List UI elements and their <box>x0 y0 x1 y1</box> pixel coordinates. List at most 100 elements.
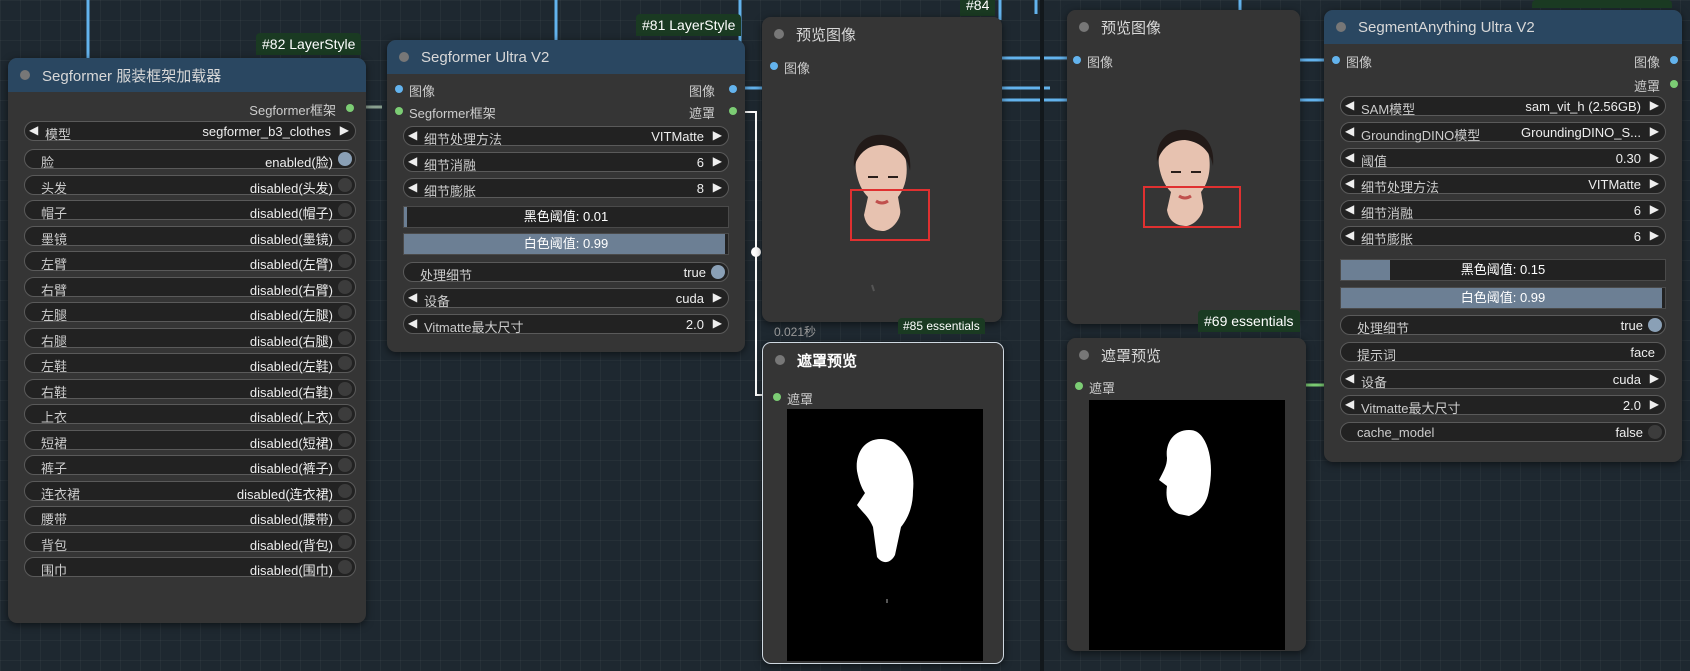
detail-dilate-number[interactable]: ◀ 细节膨胀 8 ▶ <box>403 178 729 199</box>
arrow-left-icon[interactable]: ◀ <box>1345 371 1354 385</box>
arrow-left-icon[interactable]: ◀ <box>408 316 417 330</box>
black-threshold-slider[interactable]: 黑色阈值: 0.01 <box>403 206 729 228</box>
category-toggle[interactable]: 右臂 disabled(右臂) <box>24 276 356 298</box>
prompt-text-field[interactable]: 提示词 face <box>1340 342 1666 363</box>
detail-dilate-number[interactable]: ◀ 细节膨胀 6 ▶ <box>1340 226 1666 247</box>
arrow-right-icon[interactable]: ▶ <box>713 290 722 304</box>
segformer-loader-node[interactable]: Segformer 服装框架加载器 Segformer框架 ◀ 模型 segfo… <box>8 58 366 623</box>
arrow-right-icon[interactable]: ▶ <box>340 123 349 137</box>
output-socket[interactable] <box>729 107 737 115</box>
category-toggle[interactable]: 背包 disabled(背包) <box>24 531 356 553</box>
black-threshold-slider[interactable]: 黑色阈值: 0.15 <box>1340 259 1666 281</box>
input-socket[interactable] <box>395 107 403 115</box>
device-combo[interactable]: ◀ 设备 cuda ▶ <box>1340 369 1666 390</box>
arrow-left-icon[interactable]: ◀ <box>1345 202 1354 216</box>
arrow-right-icon[interactable]: ▶ <box>1650 202 1659 216</box>
collapse-dot-icon[interactable] <box>20 70 30 80</box>
category-toggle[interactable]: 裤子 disabled(裤子) <box>24 455 356 476</box>
node-title-bar[interactable]: 预览图像 <box>1067 10 1300 44</box>
category-toggle[interactable]: 右腿 disabled(右腿) <box>24 327 356 349</box>
collapse-dot-icon[interactable] <box>1336 22 1346 32</box>
category-toggle[interactable]: 帽子 disabled(帽子) <box>24 200 356 221</box>
vitmatte-size-number[interactable]: ◀ Vitmatte最大尺寸 2.0 ▶ <box>403 314 729 335</box>
arrow-left-icon[interactable]: ◀ <box>1345 150 1354 164</box>
input-socket[interactable] <box>1073 56 1081 64</box>
arrow-right-icon[interactable]: ▶ <box>1650 228 1659 242</box>
arrow-right-icon[interactable]: ▶ <box>1650 371 1659 385</box>
detail-method-combo[interactable]: ◀ 细节处理方法 VITMatte ▶ <box>1340 174 1666 195</box>
category-toggle[interactable]: 左鞋 disabled(左鞋) <box>24 353 356 374</box>
arrow-right-icon[interactable]: ▶ <box>1650 150 1659 164</box>
segment-anything-node[interactable]: SegmentAnything Ultra V2 图像 图像 遮罩 ◀ SAM模… <box>1324 0 1682 462</box>
input-socket[interactable] <box>770 62 778 70</box>
arrow-left-icon[interactable]: ◀ <box>408 154 417 168</box>
arrow-left-icon[interactable]: ◀ <box>1345 397 1354 411</box>
arrow-left-icon[interactable]: ◀ <box>408 128 417 142</box>
arrow-right-icon[interactable]: ▶ <box>1650 124 1659 138</box>
arrow-left-icon[interactable]: ◀ <box>1345 98 1354 112</box>
arrow-left-icon[interactable]: ◀ <box>408 290 417 304</box>
category-toggle[interactable]: 围巾 disabled(围巾) <box>24 557 356 578</box>
collapse-dot-icon[interactable] <box>775 355 785 365</box>
preview-image-node[interactable]: 预览图像 图像 <box>1067 10 1300 324</box>
output-socket[interactable] <box>346 104 354 112</box>
output-socket[interactable] <box>1670 56 1678 64</box>
threshold-number[interactable]: ◀ 阈值 0.30 ▶ <box>1340 148 1666 169</box>
input-socket[interactable] <box>1075 382 1083 390</box>
groundingdino-model-combo[interactable]: ◀ GroundingDINO模型 GroundingDINO_S... ▶ <box>1340 122 1666 143</box>
detail-method-combo[interactable]: ◀ 细节处理方法 VITMatte ▶ <box>403 126 729 147</box>
arrow-right-icon[interactable]: ▶ <box>1650 176 1659 190</box>
detail-erode-number[interactable]: ◀ 细节消融 6 ▶ <box>403 152 729 173</box>
arrow-left-icon[interactable]: ◀ <box>1345 228 1354 242</box>
category-toggle[interactable]: 头发 disabled(头发) <box>24 174 356 196</box>
input-socket[interactable] <box>773 393 781 401</box>
white-threshold-slider[interactable]: 白色阈值: 0.99 <box>1340 287 1666 309</box>
category-toggle[interactable]: 腰带 disabled(腰带) <box>24 506 356 527</box>
vitmatte-size-number[interactable]: ◀ Vitmatte最大尺寸 2.0 ▶ <box>1340 395 1666 416</box>
input-socket[interactable] <box>395 85 403 93</box>
white-threshold-slider[interactable]: 白色阈值: 0.99 <box>403 233 729 255</box>
collapse-dot-icon[interactable] <box>774 29 784 39</box>
collapse-dot-icon[interactable] <box>1079 350 1089 360</box>
process-detail-toggle[interactable]: 处理细节 true <box>1340 315 1666 336</box>
device-combo[interactable]: ◀ 设备 cuda ▶ <box>403 288 729 309</box>
node-title-bar[interactable]: 遮罩预览 <box>1067 338 1306 372</box>
arrow-right-icon[interactable]: ▶ <box>713 316 722 330</box>
sam-model-combo[interactable]: ◀ SAM模型 sam_vit_h (2.56GB) ▶ <box>1340 96 1666 117</box>
output-socket[interactable] <box>729 85 737 93</box>
category-toggle[interactable]: 左臂 disabled(左臂) <box>24 251 356 272</box>
category-toggle[interactable]: 上衣 disabled(上衣) <box>24 404 356 425</box>
category-toggle[interactable]: 连衣裙 disabled(连衣裙) <box>24 480 356 502</box>
arrow-right-icon[interactable]: ▶ <box>713 154 722 168</box>
mask-preview-node[interactable]: 遮罩预览 遮罩 <box>762 342 1004 664</box>
category-toggle[interactable]: 右鞋 disabled(右鞋) <box>24 378 356 400</box>
model-combo[interactable]: ◀ 模型 segformer_b3_clothes ▶ <box>24 121 356 142</box>
node-title-bar[interactable]: 预览图像 <box>762 17 1002 51</box>
arrow-left-icon[interactable]: ◀ <box>1345 124 1354 138</box>
node-title-bar[interactable]: SegmentAnything Ultra V2 <box>1324 10 1682 44</box>
arrow-right-icon[interactable]: ▶ <box>1650 397 1659 411</box>
node-title-bar[interactable]: Segformer 服装框架加载器 <box>8 58 366 92</box>
input-socket[interactable] <box>1332 56 1340 64</box>
node-title-bar[interactable]: 遮罩预览 <box>763 343 1003 377</box>
collapse-dot-icon[interactable] <box>399 52 409 62</box>
output-socket[interactable] <box>1670 80 1678 88</box>
arrow-left-icon[interactable]: ◀ <box>408 180 417 194</box>
arrow-right-icon[interactable]: ▶ <box>713 180 722 194</box>
collapse-dot-icon[interactable] <box>1079 22 1089 32</box>
arrow-right-icon[interactable]: ▶ <box>1650 98 1659 112</box>
arrow-left-icon[interactable]: ◀ <box>29 123 38 137</box>
category-toggle[interactable]: 墨镜 disabled(墨镜) <box>24 225 356 247</box>
segformer-ultra-node[interactable]: Segformer Ultra V2 图像 Segformer框架 图像 遮罩 … <box>387 40 745 352</box>
mask-preview-node[interactable]: 遮罩预览 遮罩 <box>1067 338 1306 651</box>
preview-image-node[interactable]: 预览图像 图像 <box>762 17 1002 322</box>
node-title-bar[interactable]: Segformer Ultra V2 <box>387 40 745 74</box>
process-detail-toggle[interactable]: 处理细节 true <box>403 262 729 283</box>
category-toggle[interactable]: 脸 enabled(脸) <box>24 149 356 170</box>
arrow-right-icon[interactable]: ▶ <box>713 128 722 142</box>
category-toggle[interactable]: 短裙 disabled(短裙) <box>24 429 356 451</box>
arrow-left-icon[interactable]: ◀ <box>1345 176 1354 190</box>
category-toggle[interactable]: 左腿 disabled(左腿) <box>24 302 356 323</box>
detail-erode-number[interactable]: ◀ 细节消融 6 ▶ <box>1340 200 1666 221</box>
cache-model-toggle[interactable]: cache_model false <box>1340 422 1666 442</box>
